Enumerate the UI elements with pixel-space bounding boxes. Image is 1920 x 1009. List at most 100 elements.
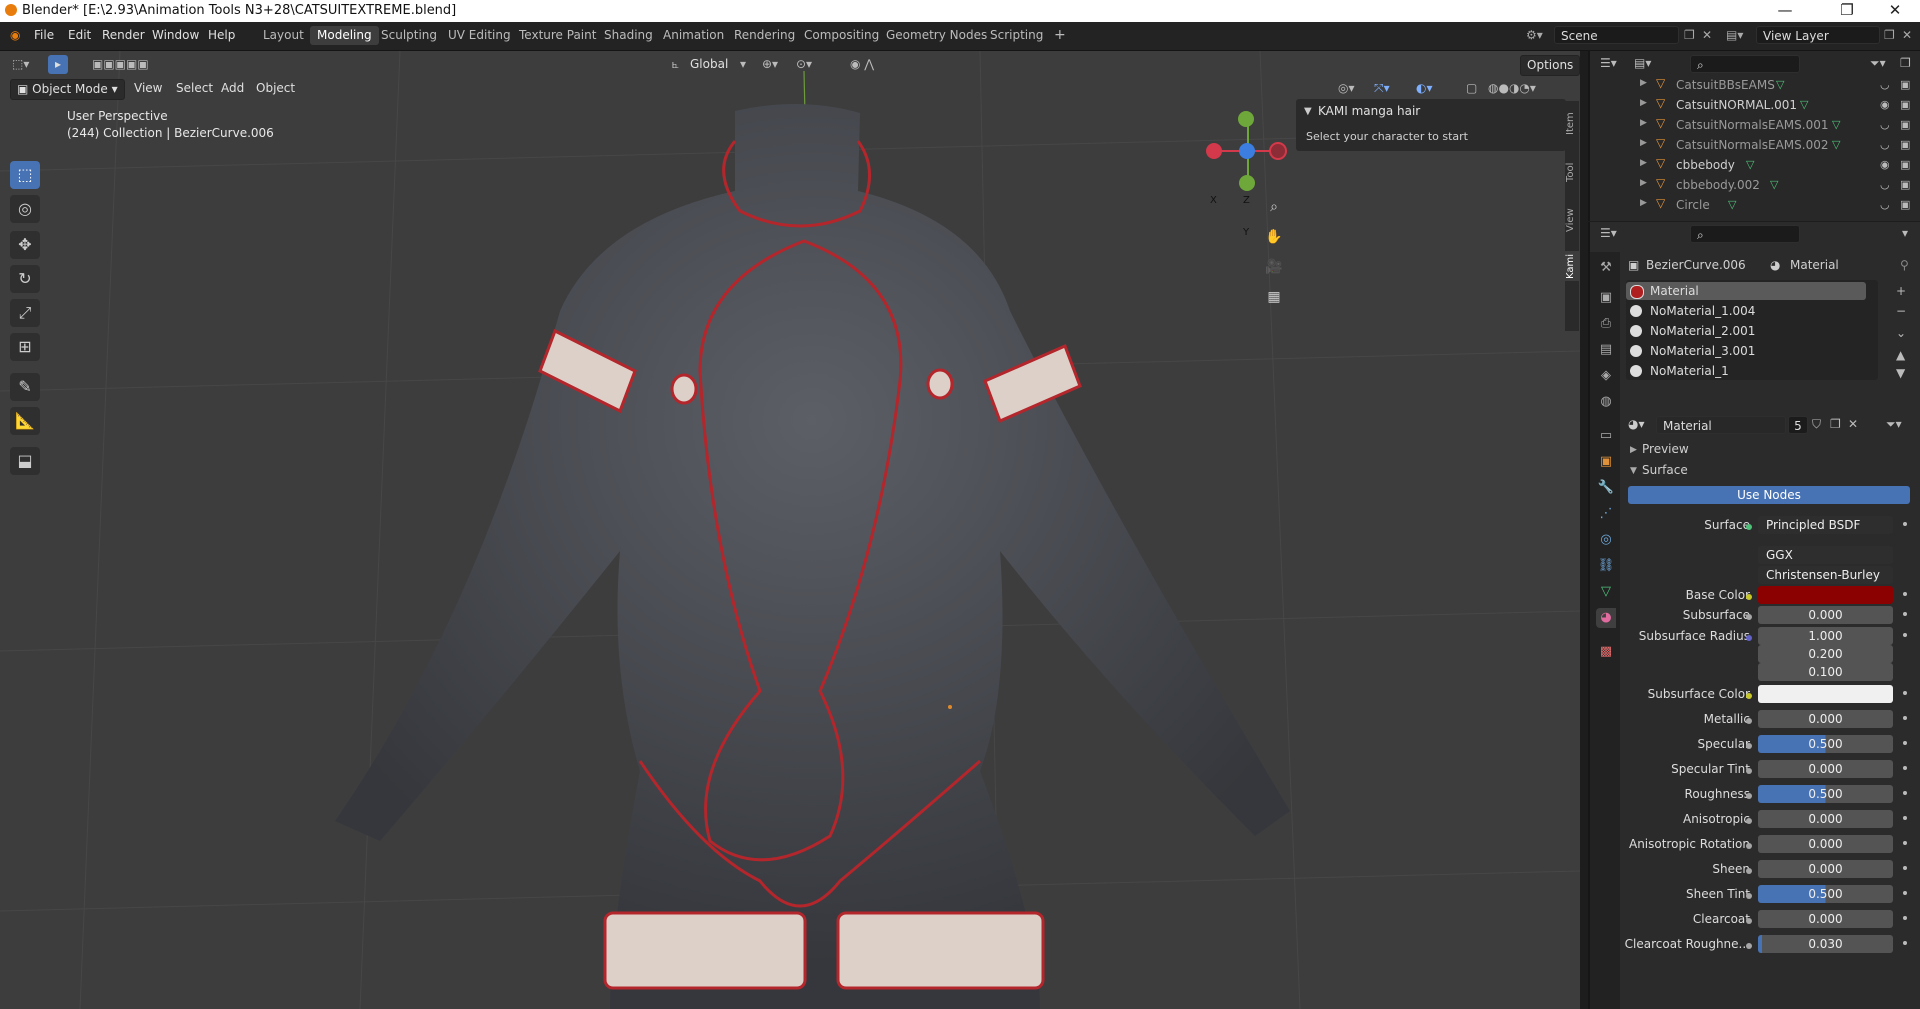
expand-icon[interactable]: ▶ bbox=[1640, 138, 1647, 148]
render-tab-icon[interactable]: ▣ bbox=[1596, 288, 1616, 308]
new-scene-icon[interactable]: ❐ bbox=[1684, 28, 1695, 42]
hidden-icon[interactable]: ◡ bbox=[1880, 198, 1890, 211]
tab-scripting[interactable]: Scripting bbox=[983, 26, 1050, 45]
surface-shader-field[interactable]: Principled BSDF bbox=[1758, 516, 1893, 534]
outliner-editor-icon[interactable]: ☰▾ bbox=[1600, 56, 1617, 70]
zoom-icon[interactable]: ⌕ bbox=[1262, 195, 1286, 219]
render-icon[interactable]: ▣ bbox=[1900, 98, 1910, 111]
material-slot-item[interactable]: Material bbox=[1626, 282, 1866, 300]
transform-orientation-icon[interactable]: ⦜ bbox=[666, 55, 685, 74]
hidden-icon[interactable]: ◡ bbox=[1880, 138, 1890, 151]
new-view-layer-icon[interactable]: ❐ bbox=[1884, 28, 1895, 42]
pan-hand-icon[interactable]: ✋ bbox=[1262, 225, 1286, 249]
sheen-tint-slider[interactable]: 0.500 bbox=[1758, 885, 1893, 903]
shading-modes-icons[interactable]: ◍●◑◔▾ bbox=[1482, 79, 1542, 98]
move-down-icon[interactable]: ▼ bbox=[1896, 366, 1905, 380]
sheen-field[interactable]: 0.000 bbox=[1758, 860, 1893, 878]
subsurface-field[interactable]: 0.000 bbox=[1758, 606, 1893, 624]
keyframe-dot-icon[interactable] bbox=[1903, 592, 1907, 596]
kami-panel-title[interactable]: KAMI manga hair bbox=[1318, 104, 1420, 118]
physics-tab-icon[interactable]: ◎ bbox=[1596, 530, 1616, 550]
minimize-button[interactable]: — bbox=[1762, 1, 1808, 19]
mode-dropdown[interactable]: ▣ Object Mode ▾ bbox=[10, 79, 125, 100]
orientation-dropdown[interactable]: Global bbox=[684, 55, 734, 74]
world-tab-icon[interactable]: ◍ bbox=[1596, 392, 1616, 412]
anisotropic-rotation-field[interactable]: 0.000 bbox=[1758, 835, 1893, 853]
select-tool-icon[interactable]: ⬚ bbox=[10, 161, 40, 189]
visibility-icon[interactable]: ◎▾ bbox=[1332, 79, 1361, 98]
keyframe-dot-icon[interactable] bbox=[1903, 916, 1907, 920]
outliner-row[interactable]: ▶ ▽ CatsuitBBsEAMS ▽ ◡ ▣ bbox=[1590, 75, 1920, 95]
expand-icon[interactable]: ▶ bbox=[1640, 98, 1647, 108]
add-slot-icon[interactable]: + bbox=[1896, 284, 1906, 298]
keyframe-dot-icon[interactable] bbox=[1903, 741, 1907, 745]
scene-selector-icon[interactable]: ⚙▾ bbox=[1526, 28, 1543, 42]
tab-texture-paint[interactable]: Texture Paint bbox=[512, 26, 603, 45]
preview-collapse-icon[interactable]: ▶ bbox=[1630, 445, 1637, 455]
metallic-field[interactable]: 0.000 bbox=[1758, 710, 1893, 728]
render-icon[interactable]: ▣ bbox=[1900, 78, 1910, 91]
texture-tab-icon[interactable]: ▩ bbox=[1596, 642, 1616, 662]
add-workspace-button[interactable]: + bbox=[1047, 26, 1073, 45]
subsurface-color-swatch[interactable] bbox=[1758, 685, 1893, 703]
expand-icon[interactable]: ▶ bbox=[1640, 198, 1647, 208]
blender-menu-icon[interactable]: ◉ bbox=[10, 28, 20, 42]
material-slot-item[interactable]: NoMaterial_3.001 bbox=[1626, 342, 1866, 360]
close-button[interactable]: ✕ bbox=[1872, 1, 1918, 19]
expand-icon[interactable]: ▶ bbox=[1640, 178, 1647, 188]
keyframe-dot-icon[interactable] bbox=[1903, 766, 1907, 770]
surface-panel-header[interactable]: Surface bbox=[1642, 463, 1688, 477]
keyframe-dot-icon[interactable] bbox=[1903, 612, 1907, 616]
transform-tool-icon[interactable]: ⊞ bbox=[10, 333, 40, 361]
base-color-swatch[interactable] bbox=[1758, 586, 1893, 604]
outliner-row[interactable]: ▶ ▽ CatsuitNORMAL.001 ▽ ◉ ▣ bbox=[1590, 95, 1920, 115]
tab-animation[interactable]: Animation bbox=[656, 26, 731, 45]
use-nodes-button[interactable]: Use Nodes bbox=[1628, 486, 1910, 504]
outliner-row[interactable]: ▶ ▽ CatsuitNormalsEAMS.001 ▽ ◡ ▣ bbox=[1590, 115, 1920, 135]
fake-user-icon[interactable]: ⛉ bbox=[1812, 417, 1821, 432]
hidden-icon[interactable]: ◡ bbox=[1880, 78, 1890, 91]
slot-specials-icon[interactable]: ⌄ bbox=[1896, 326, 1906, 340]
gizmo-toggle-icon[interactable]: ⤧▾ bbox=[1368, 79, 1396, 98]
distribution-dropdown[interactable]: GGX bbox=[1758, 546, 1893, 564]
constraints-tab-icon[interactable]: ⛓ bbox=[1596, 556, 1616, 576]
tab-modeling[interactable]: Modeling bbox=[310, 26, 379, 45]
render-icon[interactable]: ▣ bbox=[1900, 118, 1910, 131]
specular-slider[interactable]: 0.500 bbox=[1758, 735, 1893, 753]
overlay-toggle-icon[interactable]: ◐▾ bbox=[1410, 79, 1439, 98]
expand-icon[interactable]: ▶ bbox=[1640, 78, 1647, 88]
keyframe-dot-icon[interactable] bbox=[1903, 841, 1907, 845]
tab-shading[interactable]: Shading bbox=[597, 26, 660, 45]
keyframe-dot-icon[interactable] bbox=[1903, 891, 1907, 895]
clearcoat-field[interactable]: 0.000 bbox=[1758, 910, 1893, 928]
properties-options-icon[interactable]: ▾ bbox=[1902, 226, 1908, 240]
subsurface-radius-x[interactable]: 1.000 bbox=[1758, 627, 1893, 645]
proportional-edit-icon[interactable]: ◉ ⋀ bbox=[844, 55, 880, 74]
rotate-tool-icon[interactable]: ↻ bbox=[10, 265, 40, 293]
tool-tab-icon[interactable]: ⚒ bbox=[1596, 258, 1616, 278]
anisotropic-field[interactable]: 0.000 bbox=[1758, 810, 1893, 828]
navigation-gizmo[interactable] bbox=[1206, 111, 1287, 191]
keyframe-dot-icon[interactable] bbox=[1903, 866, 1907, 870]
snap-icon[interactable]: ⊙▾ bbox=[790, 55, 818, 74]
properties-search-input[interactable]: ⌕ bbox=[1690, 225, 1800, 243]
view-layer-tab-icon[interactable]: ▤ bbox=[1596, 340, 1616, 360]
keyframe-dot-icon[interactable] bbox=[1903, 633, 1907, 637]
view-layer-field[interactable]: View Layer bbox=[1756, 26, 1880, 44]
keyframe-dot-icon[interactable] bbox=[1903, 716, 1907, 720]
move-up-icon[interactable]: ▲ bbox=[1896, 348, 1905, 362]
options-dropdown[interactable]: Options bbox=[1520, 55, 1580, 76]
menu-view[interactable]: View bbox=[128, 79, 168, 98]
tab-rendering[interactable]: Rendering bbox=[727, 26, 802, 45]
properties-editor-icon[interactable]: ☰▾ bbox=[1600, 226, 1617, 240]
roughness-slider[interactable]: 0.500 bbox=[1758, 785, 1893, 803]
camera-icon[interactable]: 🎥 bbox=[1262, 255, 1286, 279]
menu-help[interactable]: Help bbox=[208, 28, 235, 42]
display-mode-icon[interactable]: ▤▾ bbox=[1634, 56, 1651, 70]
filter-icon[interactable]: ⏷▾ bbox=[1870, 56, 1886, 71]
menu-render[interactable]: Render bbox=[102, 28, 145, 42]
render-icon[interactable]: ▣ bbox=[1900, 178, 1910, 191]
subsurface-method-dropdown[interactable]: Christensen-Burley bbox=[1758, 566, 1893, 584]
keyframe-dot-icon[interactable] bbox=[1903, 941, 1907, 945]
tab-geometry-nodes[interactable]: Geometry Nodes bbox=[879, 26, 994, 45]
